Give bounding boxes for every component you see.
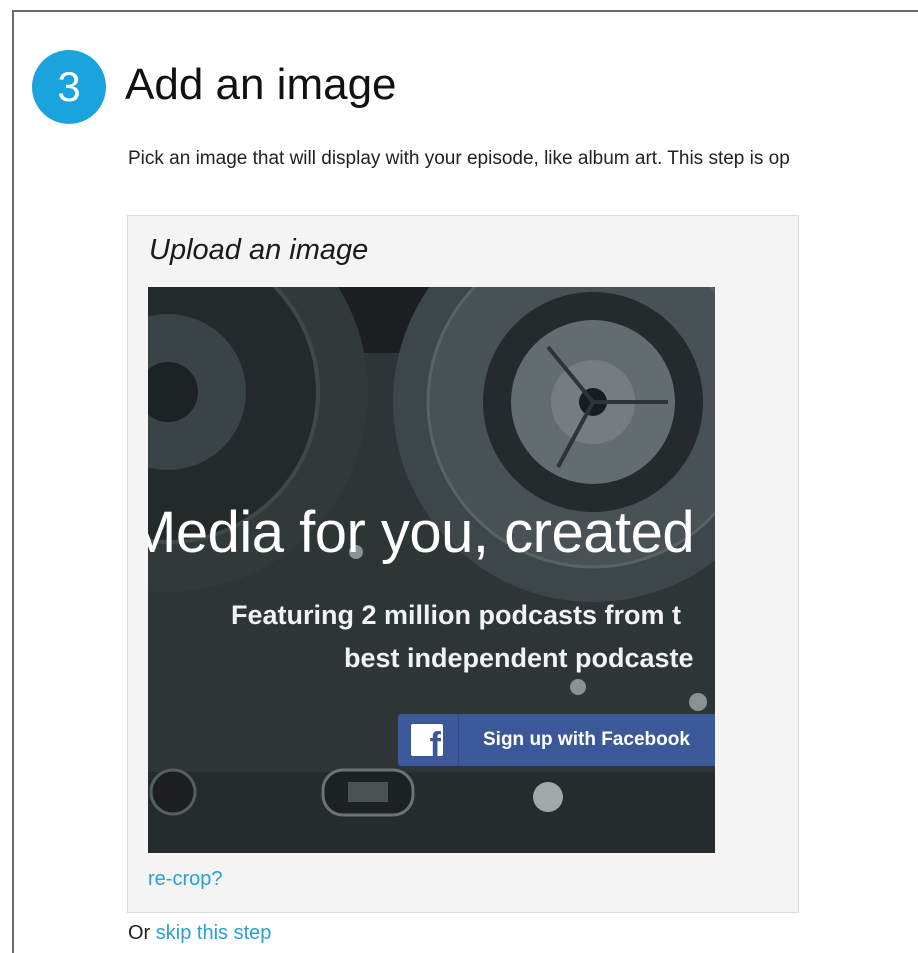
facebook-signup-button-in-image: f Sign up with Facebook [398, 714, 715, 766]
image-subtitle-line-2: best independent podcaste [344, 643, 694, 673]
facebook-button-label: Sign up with Facebook [483, 729, 690, 750]
facebook-button-divider [458, 714, 459, 766]
skip-step-line: Or skip this step [128, 922, 271, 945]
skip-prefix: Or [128, 922, 151, 944]
facebook-icon: f [411, 724, 443, 756]
image-subtitle-line-1: Featuring 2 million podcasts from t [231, 600, 682, 630]
window-left-border [12, 10, 14, 953]
tape-recorder-photo [148, 287, 715, 853]
step-description: Pick an image that will display with you… [128, 148, 790, 169]
window-top-border [12, 10, 918, 12]
uploaded-image-preview[interactable]: Media for you, created Featuring 2 milli… [148, 287, 715, 853]
skip-step-link[interactable]: skip this step [156, 922, 272, 944]
image-headline-text: Media for you, created [148, 500, 695, 565]
upload-panel: Upload an image Media for you, created F… [127, 215, 799, 913]
step-number-badge: 3 [32, 50, 106, 124]
recrop-link[interactable]: re-crop? [148, 868, 222, 891]
step-title: Add an image [125, 60, 397, 109]
upload-heading: Upload an image [149, 234, 369, 266]
